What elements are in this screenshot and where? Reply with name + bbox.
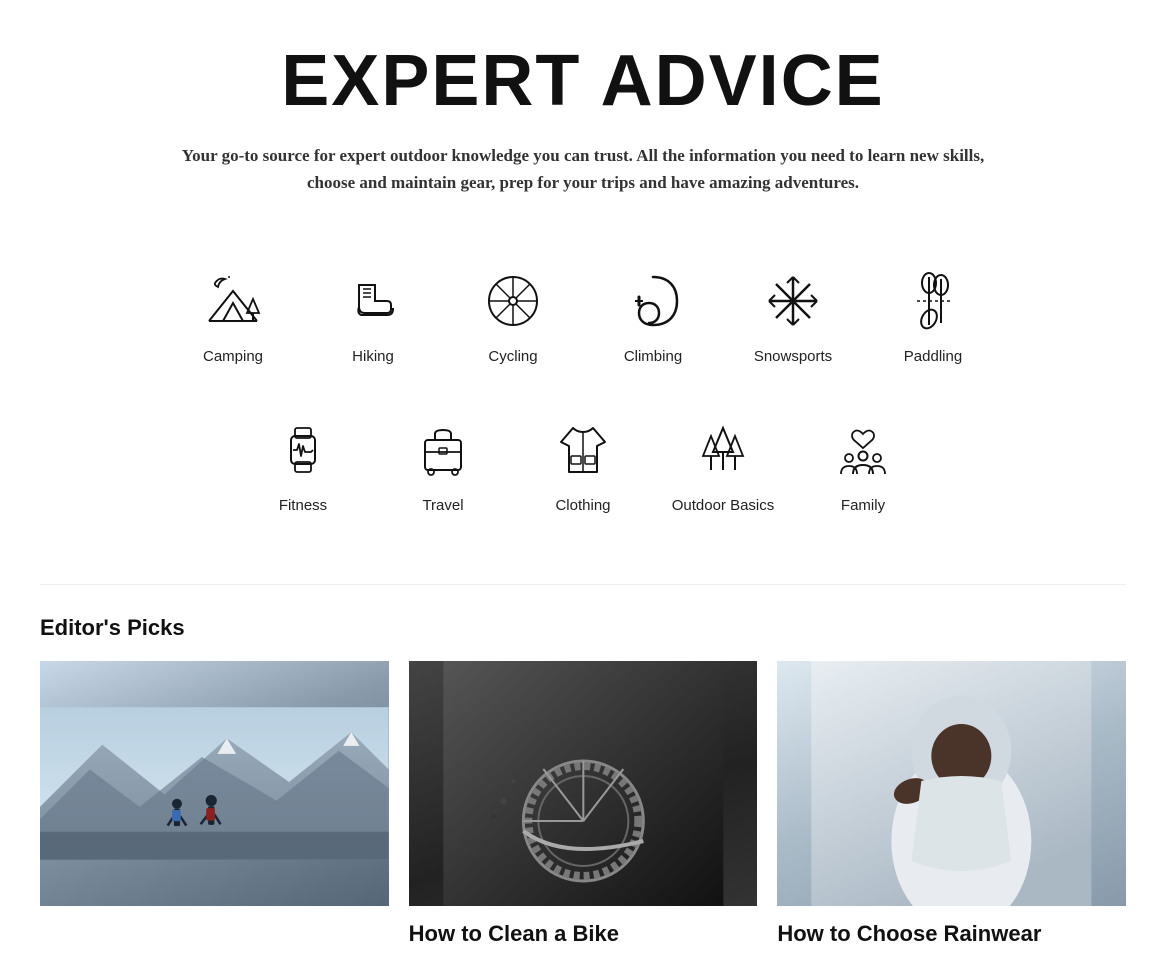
snowsports-icon [758,266,828,336]
paddling-icon [898,266,968,336]
hiking-label: Hiking [352,348,394,365]
travel-icon [408,415,478,485]
cards-row: How to Clean a Bike [40,661,1126,955]
camping-label: Camping [203,348,263,365]
category-travel[interactable]: Travel [373,395,513,534]
climbing-icon [618,266,688,336]
page-title: EXPERT ADVICE [40,40,1126,122]
outdoor-basics-label: Outdoor Basics [672,497,775,514]
categories-section: Camping Hiking [40,246,1126,534]
category-outdoor-basics[interactable]: Outdoor Basics [653,395,793,534]
card-bike[interactable]: How to Clean a Bike [409,661,758,955]
category-clothing[interactable]: Clothing [513,395,653,534]
cycling-label: Cycling [488,348,537,365]
category-camping[interactable]: Camping [163,246,303,385]
hiking-icon [338,266,408,336]
outdoor-basics-icon [688,415,758,485]
page-wrapper: EXPERT ADVICE Your go-to source for expe… [0,0,1166,955]
card-bike-title: How to Clean a Bike [409,906,758,955]
category-cycling[interactable]: Cycling [443,246,583,385]
editors-picks-section: Editor's Picks [40,584,1126,955]
category-row-1: Camping Hiking [40,246,1126,385]
travel-label: Travel [422,497,463,514]
card-rainwear-title: How to Choose Rainwear [777,906,1126,955]
fitness-label: Fitness [279,497,327,514]
camping-icon [198,266,268,336]
category-paddling[interactable]: Paddling [863,246,1003,385]
hero-subtitle: Your go-to source for expert outdoor kno… [173,142,993,196]
card-rainwear[interactable]: How to Choose Rainwear [777,661,1126,955]
cycling-icon [478,266,548,336]
category-fitness[interactable]: Fitness [233,395,373,534]
category-hiking[interactable]: Hiking [303,246,443,385]
category-family[interactable]: Family [793,395,933,534]
family-label: Family [841,497,885,514]
snowsports-label: Snowsports [754,348,832,365]
card-hikers-image [40,661,389,906]
editors-picks-title: Editor's Picks [40,615,1126,641]
card-bike-image [409,661,758,906]
family-icon [828,415,898,485]
clothing-icon [548,415,618,485]
category-snowsports[interactable]: Snowsports [723,246,863,385]
card-hikers[interactable] [40,661,389,906]
card-rainwear-image [777,661,1126,906]
clothing-label: Clothing [555,497,610,514]
climbing-label: Climbing [624,348,682,365]
paddling-label: Paddling [904,348,962,365]
fitness-icon [268,415,338,485]
category-climbing[interactable]: Climbing [583,246,723,385]
category-row-2: Fitness [40,395,1126,534]
